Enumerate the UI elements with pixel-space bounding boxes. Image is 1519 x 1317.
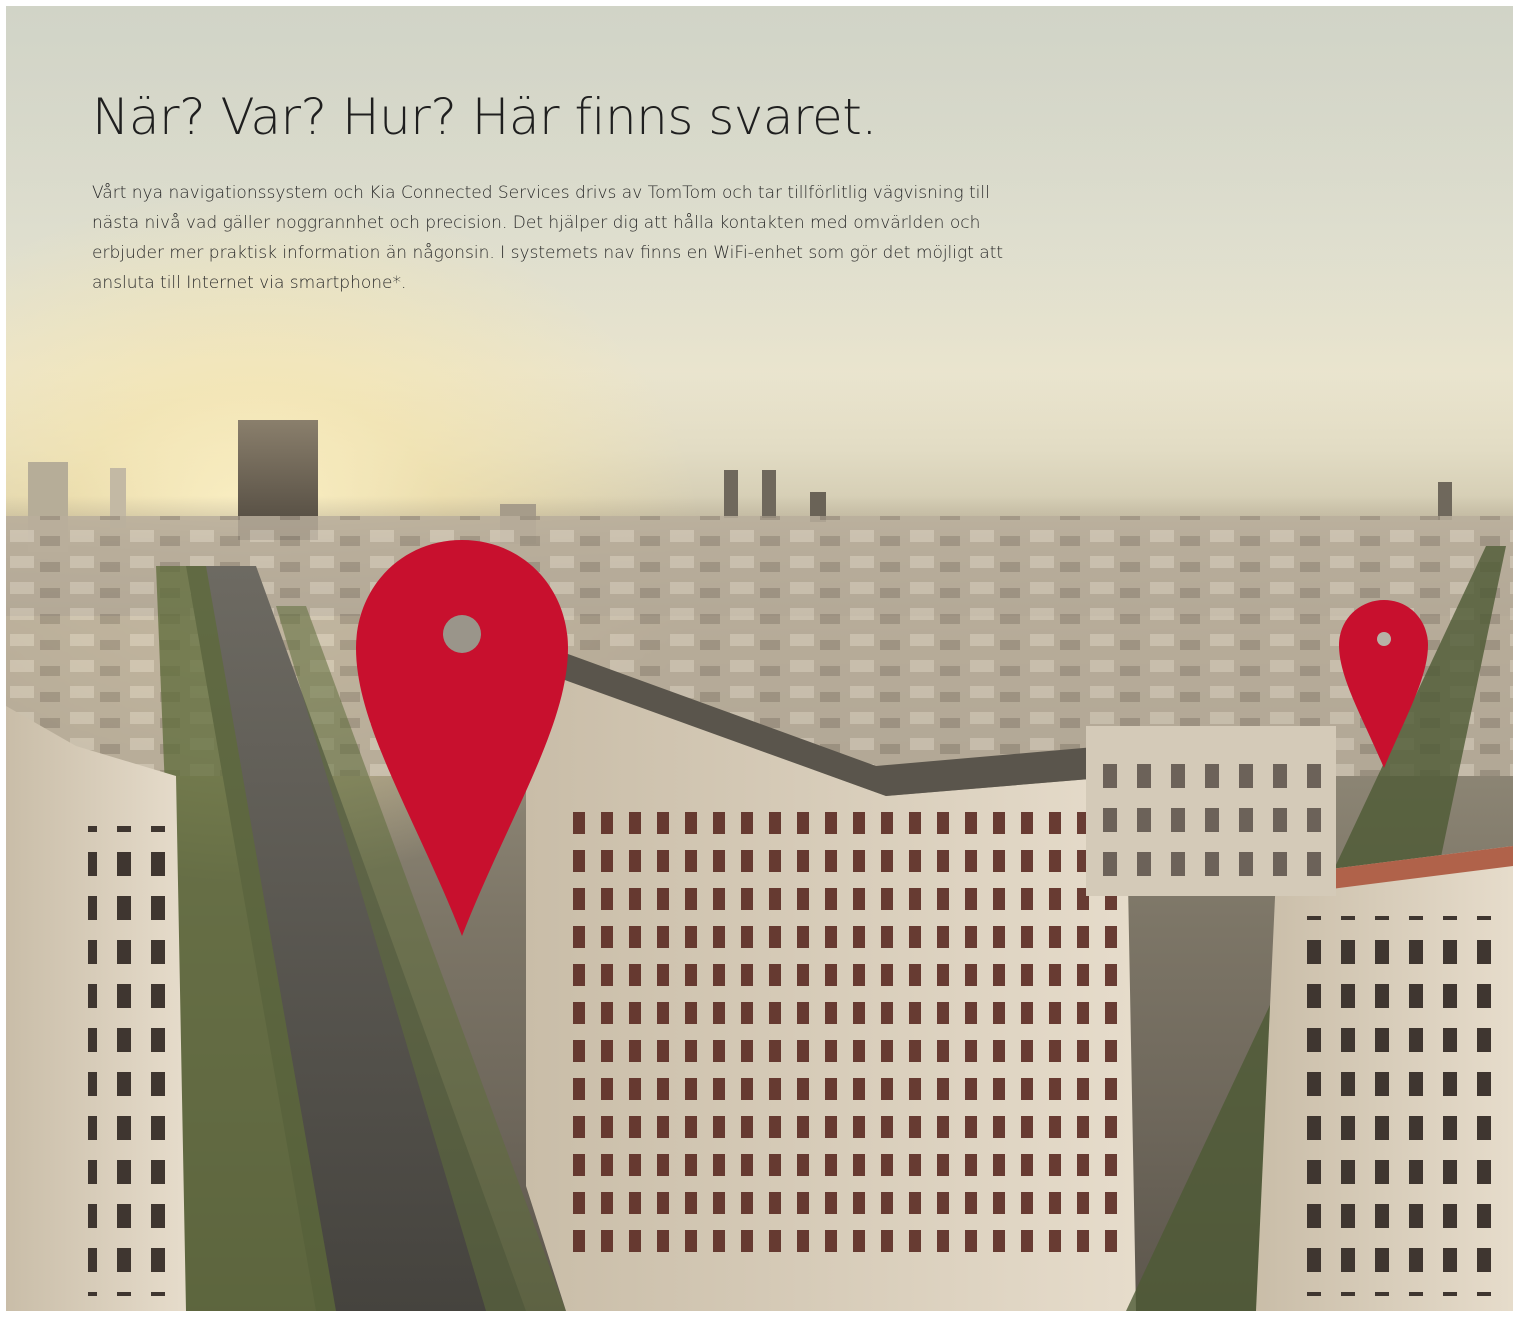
building-right-windows [1296, 916, 1506, 1296]
tower [1438, 482, 1452, 520]
intro-paragraph: Vårt nya navigationssystem och Kia Conne… [92, 183, 1004, 293]
tower [762, 470, 776, 518]
hero-banner: När? Var? Hur? Här finns svaret. Vårt ny… [6, 6, 1513, 1311]
page-title: När? Var? Hur? Här finns svaret. [92, 88, 877, 146]
tower [724, 470, 738, 518]
building-mid-right-windows [1096, 746, 1326, 886]
building-left-windows [88, 826, 168, 1296]
building-center-windows [566, 806, 1126, 1266]
